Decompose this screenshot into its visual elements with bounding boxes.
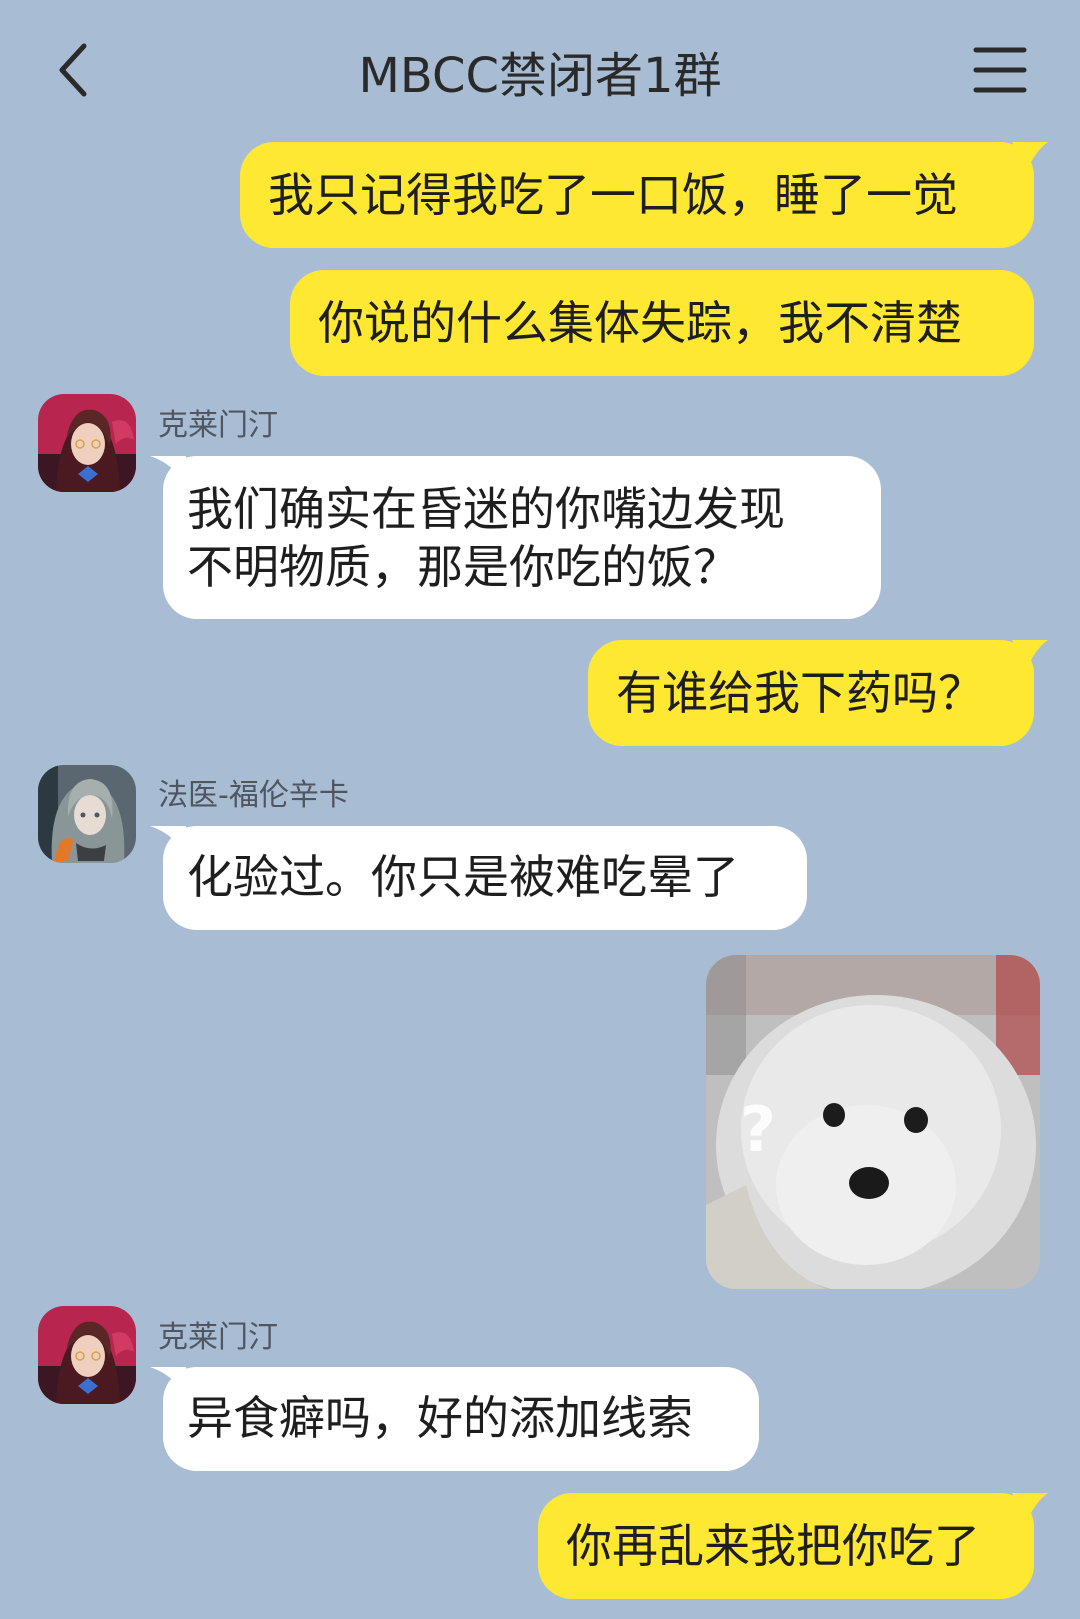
avatar-clementine[interactable] — [38, 1306, 136, 1404]
bubble-tail — [150, 826, 186, 856]
bubble-tail — [1012, 142, 1048, 172]
sender-name: 克莱门汀 — [158, 1320, 278, 1355]
sender-name: 克莱门汀 — [158, 408, 278, 443]
message-text: 异食癖吗，好的添加线索 — [187, 1391, 693, 1445]
avatar-forensic[interactable] — [38, 765, 136, 863]
menu-button[interactable] — [972, 42, 1028, 98]
message-text-line: 我们确实在昏迷的你嘴边发现 — [187, 482, 785, 536]
incoming-message[interactable]: 我们确实在昏迷的你嘴边发现 不明物质，那是你吃的饭？ — [163, 456, 881, 619]
sender-name: 法医-福伦辛卡 — [158, 778, 349, 813]
bubble-tail — [1012, 640, 1048, 670]
hamburger-menu-icon — [973, 47, 1027, 93]
message-text: 你再乱来我把你吃了 — [566, 1519, 980, 1573]
outgoing-message[interactable]: 你说的什么集体失踪，我不清楚 — [290, 270, 1034, 376]
message-text: 化验过。你只是被难吃晕了 — [187, 850, 739, 904]
outgoing-message[interactable]: 有谁给我下药吗？ — [588, 640, 1034, 746]
message-text-line: 不明物质，那是你吃的饭？ — [187, 540, 739, 594]
message-text: 有谁给我下药吗？ — [616, 666, 984, 720]
chat-title: MBCC禁闭者1群 — [358, 48, 722, 104]
bubble-tail — [150, 456, 186, 486]
outgoing-message[interactable]: 我只记得我吃了一口饭，睡了一觉 — [240, 142, 1034, 248]
incoming-message[interactable]: 异食癖吗，好的添加线索 — [163, 1367, 759, 1471]
bubble-tail — [150, 1367, 186, 1397]
avatar-clementine[interactable] — [38, 394, 136, 492]
sticker-question-mark: ? — [740, 1093, 776, 1166]
message-text: 你说的什么集体失踪，我不清楚 — [318, 296, 962, 350]
bubble-tail — [1012, 1493, 1048, 1523]
sticker-confused-dog[interactable]: ? — [706, 955, 1040, 1289]
outgoing-message[interactable]: 你再乱来我把你吃了 — [538, 1493, 1034, 1599]
message-text: 我只记得我吃了一口饭，睡了一觉 — [268, 168, 958, 222]
chat-header: MBCC禁闭者1群 — [0, 0, 1080, 140]
incoming-message[interactable]: 化验过。你只是被难吃晕了 — [163, 826, 807, 930]
